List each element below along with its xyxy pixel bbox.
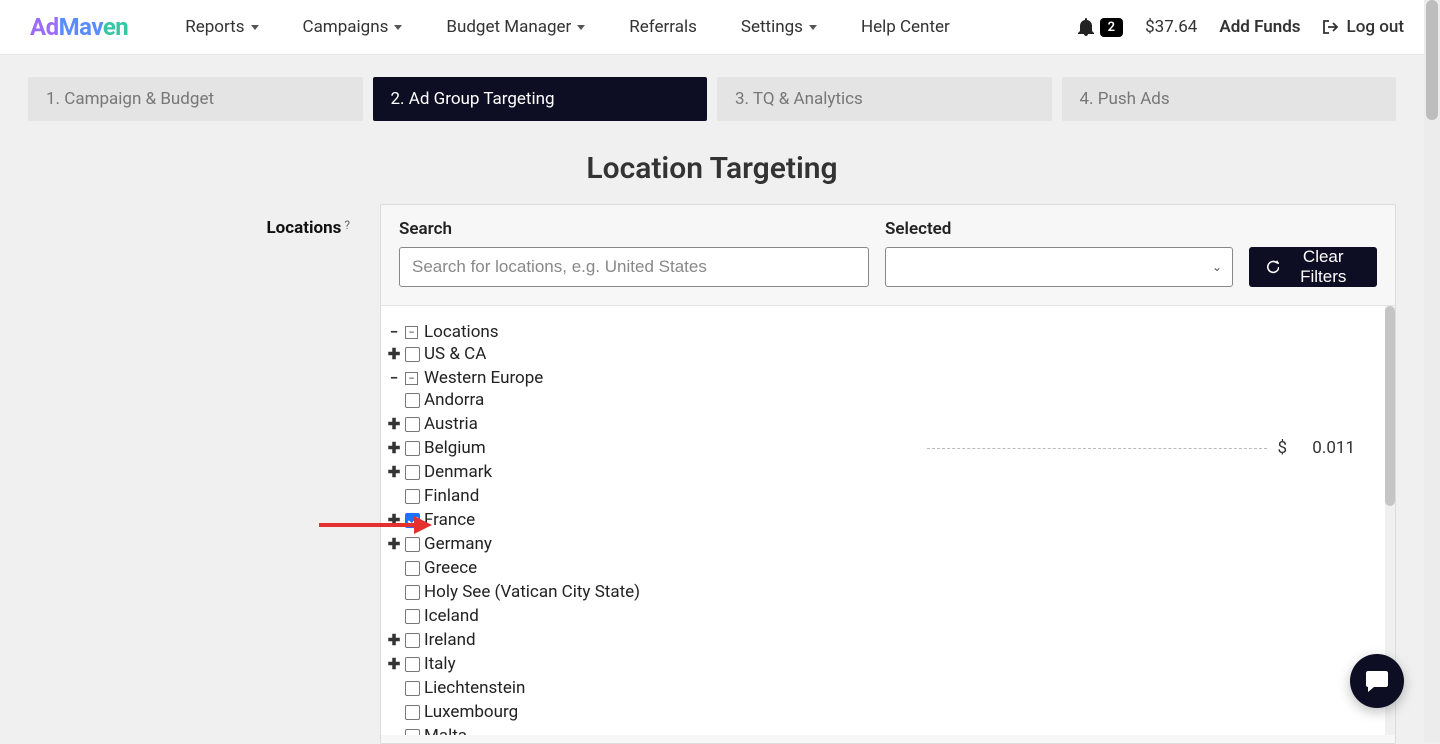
tree-node-liechtenstein[interactable]: Liechtenstein — [424, 678, 525, 698]
page-title: Location Targeting — [0, 151, 1424, 186]
chevron-down-icon — [809, 25, 817, 30]
nav-budget-manager[interactable]: Budget Manager — [424, 0, 607, 55]
checkbox-luxembourg[interactable] — [405, 705, 420, 720]
collapse-icon[interactable]: − — [387, 369, 401, 387]
tree-node-iceland[interactable]: Iceland — [424, 606, 479, 626]
nav-help-center[interactable]: Help Center — [839, 0, 972, 55]
notifications-button[interactable]: 2 — [1078, 18, 1123, 37]
notif-badge: 2 — [1100, 18, 1123, 37]
chevron-down-icon — [577, 25, 585, 30]
step-tq-analytics[interactable]: 3. TQ & Analytics — [717, 77, 1052, 121]
price-value: 0.011 — [1312, 438, 1355, 458]
expand-icon[interactable]: ✚ — [387, 511, 401, 529]
expand-icon[interactable]: ✚ — [387, 439, 401, 457]
tree-node-holysee[interactable]: Holy See (Vatican City State) — [424, 582, 640, 602]
tree-node-luxembourg[interactable]: Luxembourg — [424, 702, 518, 722]
chevron-down-icon: ⌄ — [1212, 260, 1222, 274]
checkbox-austria[interactable] — [405, 417, 420, 432]
clear-filters-label: Clear Filters — [1287, 247, 1359, 287]
search-input[interactable] — [399, 247, 869, 287]
clear-filters-button[interactable]: Clear Filters — [1249, 247, 1377, 287]
checkbox-holysee[interactable] — [405, 585, 420, 600]
search-label: Search — [399, 219, 869, 239]
logout-button[interactable]: Log out — [1323, 17, 1404, 37]
nav-reports-label: Reports — [185, 17, 244, 37]
checkbox-denmark[interactable] — [405, 465, 420, 480]
nav-settings[interactable]: Settings — [719, 0, 839, 55]
chevron-down-icon — [394, 25, 402, 30]
page-scrollbar[interactable] — [1424, 0, 1440, 742]
checkbox-malta[interactable] — [405, 729, 420, 736]
nav-reports[interactable]: Reports — [163, 0, 280, 55]
tree-node-western-europe[interactable]: Western Europe — [424, 368, 543, 388]
nav-campaigns-label: Campaigns — [303, 17, 389, 37]
checkbox-italy[interactable] — [405, 657, 420, 672]
collapse-box-icon[interactable]: − — [405, 372, 418, 385]
nav-budget-label: Budget Manager — [446, 17, 571, 37]
checkbox-germany[interactable] — [405, 537, 420, 552]
tree-node-belgium[interactable]: Belgium — [424, 438, 486, 458]
checkbox-ireland[interactable] — [405, 633, 420, 648]
step-push-ads[interactable]: 4. Push Ads — [1062, 77, 1397, 121]
top-navbar: AdMaven Reports Campaigns Budget Manager… — [0, 0, 1424, 55]
checkbox-liechtenstein[interactable] — [405, 681, 420, 696]
step-ad-group-targeting[interactable]: 2. Ad Group Targeting — [373, 77, 708, 121]
tree-scrollbar-thumb[interactable] — [1385, 306, 1395, 506]
selected-label: Selected — [885, 219, 1233, 239]
step-campaign-budget[interactable]: 1. Campaign & Budget — [28, 77, 363, 121]
tree-node-malta[interactable]: Malta — [424, 726, 467, 735]
nav-referrals[interactable]: Referrals — [607, 0, 719, 55]
selected-dropdown[interactable]: ⌄ — [885, 247, 1233, 287]
locations-panel: Search Selected ⌄ Clear Filters — [380, 204, 1396, 744]
price-currency: $ — [1277, 438, 1287, 458]
logo: AdMaven — [30, 13, 128, 41]
tree-node-greece[interactable]: Greece — [424, 558, 477, 578]
refresh-icon — [1267, 259, 1279, 275]
collapse-icon[interactable]: − — [387, 323, 401, 341]
chat-launcher[interactable] — [1350, 654, 1404, 708]
nav-referrals-label: Referrals — [629, 17, 697, 37]
expand-icon[interactable]: ✚ — [387, 631, 401, 649]
help-icon[interactable]: ? — [344, 218, 350, 232]
expand-icon[interactable]: ✚ — [387, 415, 401, 433]
expand-icon[interactable]: ✚ — [387, 345, 401, 363]
tree-root-label[interactable]: Locations — [424, 322, 499, 342]
checkbox-belgium[interactable] — [405, 441, 420, 456]
tree-node-us-ca[interactable]: US & CA — [424, 344, 486, 364]
expand-icon[interactable]: ✚ — [387, 655, 401, 673]
collapse-box-icon[interactable]: − — [405, 326, 418, 339]
chat-icon — [1364, 669, 1390, 693]
checkbox-finland[interactable] — [405, 489, 420, 504]
checkbox-iceland[interactable] — [405, 609, 420, 624]
locations-tree: − − Locations ✚ US & CA — [381, 305, 1395, 735]
checkbox-us-ca[interactable] — [405, 347, 420, 362]
tree-node-andorra[interactable]: Andorra — [424, 390, 484, 410]
bell-icon — [1078, 18, 1094, 36]
tree-node-austria[interactable]: Austria — [424, 414, 478, 434]
tree-node-finland[interactable]: Finland — [424, 486, 479, 506]
checkbox-greece[interactable] — [405, 561, 420, 576]
tree-node-italy[interactable]: Italy — [424, 654, 456, 674]
logout-icon — [1323, 20, 1339, 34]
wizard-steps: 1. Campaign & Budget 2. Ad Group Targeti… — [0, 55, 1424, 143]
nav-campaigns[interactable]: Campaigns — [281, 0, 425, 55]
nav-help-label: Help Center — [861, 17, 950, 37]
page-scrollbar-thumb[interactable] — [1426, 0, 1438, 120]
tree-node-denmark[interactable]: Denmark — [424, 462, 492, 482]
chevron-down-icon — [251, 25, 259, 30]
checkbox-france[interactable] — [405, 513, 420, 528]
tree-node-germany[interactable]: Germany — [424, 534, 492, 554]
balance-display: $37.64 — [1145, 17, 1197, 37]
expand-icon[interactable]: ✚ — [387, 535, 401, 553]
add-funds-button[interactable]: Add Funds — [1219, 17, 1300, 37]
tree-node-france[interactable]: France — [424, 510, 475, 530]
section-label-locations: Locations? — [0, 204, 380, 744]
expand-icon[interactable]: ✚ — [387, 463, 401, 481]
tree-node-ireland[interactable]: Ireland — [424, 630, 476, 650]
logout-label: Log out — [1347, 17, 1404, 37]
nav-settings-label: Settings — [741, 17, 803, 37]
checkbox-andorra[interactable] — [405, 393, 420, 408]
price-connector — [927, 448, 1267, 449]
